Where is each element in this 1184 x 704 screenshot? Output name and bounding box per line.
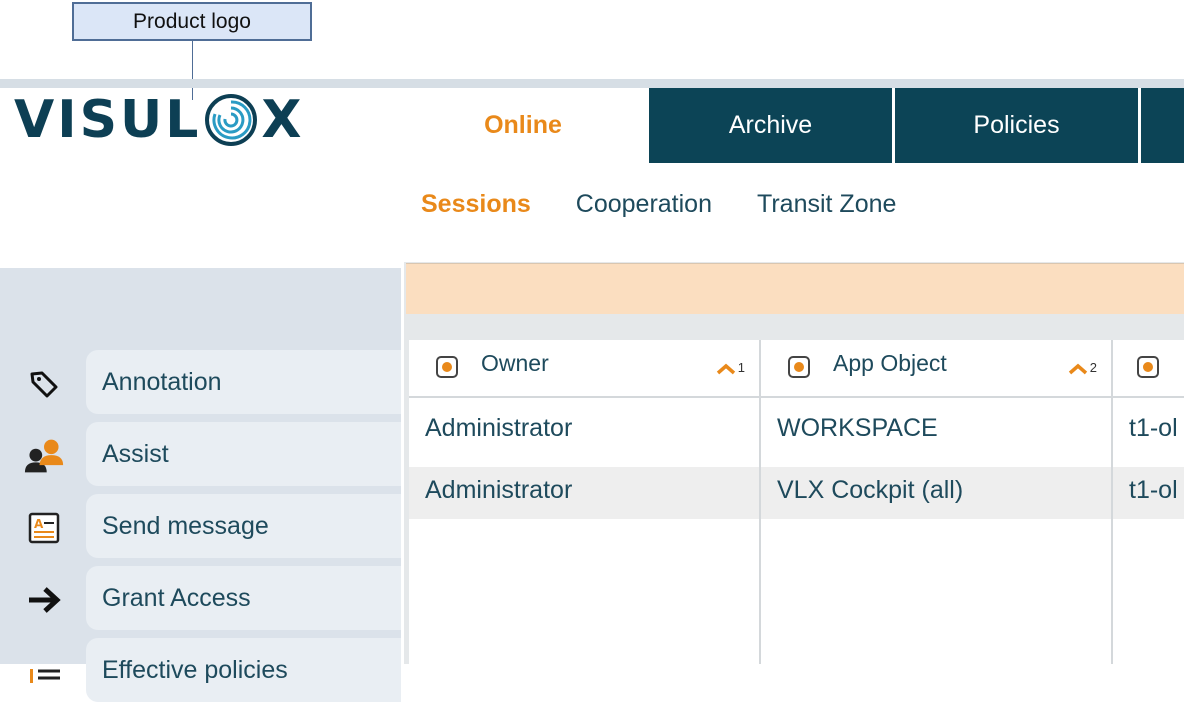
callout-label: Product logo [133,9,251,33]
sort-indicator[interactable]: 1 [716,360,745,375]
sidebar-item-label: Send message [86,494,401,558]
sort-up-icon [716,363,735,375]
sort-order-number: 2 [1089,360,1097,375]
column-header-third[interactable] [1113,340,1184,398]
subnav-sessions[interactable]: Sessions [421,190,531,219]
sidebar-item-label: Effective policies [86,638,401,702]
tag-icon [24,364,64,404]
column-select-checkbox[interactable] [788,356,810,378]
logo-text-left: VISUL [14,90,202,150]
users-icon [24,436,64,476]
sort-indicator[interactable]: 2 [1068,360,1097,375]
message-icon: A [24,508,64,548]
sidebar-item-grant-access[interactable]: Grant Access [0,566,401,632]
tab-policies[interactable]: Policies [892,88,1138,163]
svg-text:A: A [34,517,44,531]
tab-online[interactable]: Online [400,88,646,163]
column-third: t1-ol t1-ol [1113,340,1184,664]
sidebar-item-label: Assist [86,422,401,486]
sidebar-item-assist[interactable]: Assist [0,422,401,488]
main-tabs: Online Archive Policies [400,88,1184,163]
arrow-right-icon [24,580,64,620]
subnav-cooperation[interactable]: Cooperation [576,190,712,219]
subnav-transit-zone[interactable]: Transit Zone [757,190,896,219]
product-logo-callout: Product logo [72,2,312,41]
sidebar-item-effective-policies[interactable]: Effective policies [0,638,401,704]
sub-navigation: Sessions Cooperation Transit Zone [421,190,896,219]
table-cell: t1-ol [1129,476,1178,504]
sidebar-item-send-message[interactable]: A Send message [0,494,401,560]
column-owner: Owner 1 Administrator Administrator [409,340,761,664]
notification-banner [406,263,1184,314]
list-icon [24,652,64,692]
table-cell: Administrator [425,414,573,442]
logo-ring-icon [203,92,259,148]
table-cell: VLX Cockpit (all) [777,476,964,504]
column-header-app-object[interactable]: App Object 2 [761,340,1111,398]
column-header-label: App Object [833,350,947,376]
column-app-object: App Object 2 WORKSPACE VLX Cockpit (all) [761,340,1113,664]
tab-archive[interactable]: Archive [646,88,892,163]
sidebar-item-label: Grant Access [86,566,401,630]
table-cell: WORKSPACE [777,414,938,442]
column-header-owner[interactable]: Owner 1 [409,340,759,398]
sessions-table: Owner 1 Administrator Administrator App … [409,340,1184,664]
sort-order-number: 1 [737,360,745,375]
sort-up-icon [1068,363,1087,375]
column-select-checkbox[interactable] [436,356,458,378]
tab-more[interactable] [1138,88,1184,163]
sidebar-item-label: Annotation [86,350,401,414]
table-cell: t1-ol [1129,414,1178,442]
logo-text-right: X [261,90,305,150]
table-cell: Administrator [425,476,573,504]
sidebar-item-annotation[interactable]: Annotation [0,350,401,416]
column-header-label: Owner [481,350,549,376]
top-bar [0,79,1184,88]
product-logo[interactable]: VISUL X [14,90,305,150]
action-sidebar: Annotation Assist A Send message Grant A… [0,268,401,702]
column-select-checkbox[interactable] [1137,356,1159,378]
